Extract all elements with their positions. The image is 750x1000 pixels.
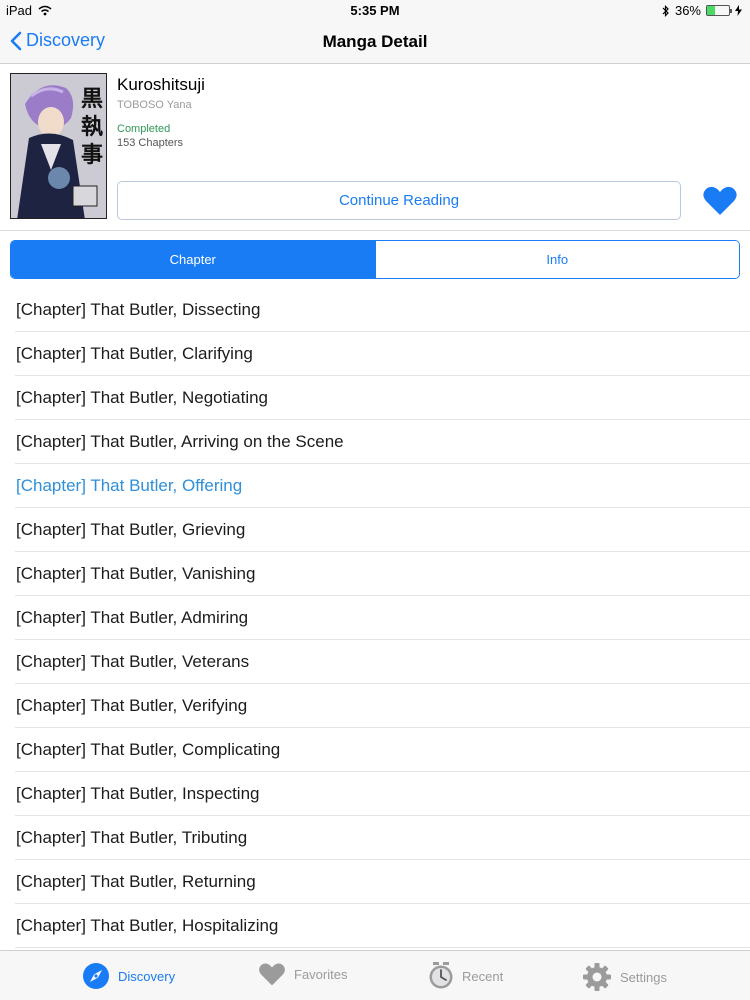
status-bar: iPad 5:35 PM 36% xyxy=(0,0,750,22)
svg-text:事: 事 xyxy=(81,142,103,168)
chapter-title: [Chapter] That Butler, Offering xyxy=(16,476,243,495)
bluetooth-icon xyxy=(662,4,669,17)
chapter-title: [Chapter] That Butler, Grieving xyxy=(16,520,246,539)
continue-reading-button[interactable]: Continue Reading xyxy=(117,181,681,220)
chapter-row[interactable]: [Chapter] That Butler, Negotiating xyxy=(0,376,750,420)
chapter-row[interactable]: [Chapter] That Butler, Vanishing xyxy=(0,552,750,596)
svg-text:執: 執 xyxy=(81,114,103,140)
chapter-row[interactable]: [Chapter] That Butler, Complicating xyxy=(0,728,750,772)
tab-info[interactable]: Info xyxy=(374,241,739,278)
status-right: 36% xyxy=(662,3,742,18)
chapter-row[interactable]: [Chapter] That Butler, Verifying xyxy=(0,684,750,728)
chapter-title: [Chapter] That Butler, Admiring xyxy=(16,608,249,627)
chapter-title: [Chapter] That Butler, Veterans xyxy=(16,652,250,671)
manga-chapter-count: 153 Chapters xyxy=(117,137,184,149)
chapter-row[interactable]: [Chapter] That Butler, Arriving on the S… xyxy=(0,420,750,464)
chapter-row[interactable]: [Chapter] That Butler, Clarifying xyxy=(0,332,750,376)
manga-author: TOBOSO Yana xyxy=(117,99,192,111)
tab-discovery[interactable]: Discovery xyxy=(82,962,175,990)
tab-favorites-label: Favorites xyxy=(294,967,348,982)
tab-discovery-label: Discovery xyxy=(118,968,176,984)
tab-recent[interactable]: Recent xyxy=(428,962,503,990)
status-time: 5:35 PM xyxy=(350,3,400,18)
chapter-row[interactable]: [Chapter] That Butler, Offering xyxy=(0,464,750,508)
chapter-title: [Chapter] That Butler, Vanishing xyxy=(16,564,256,583)
chapter-row[interactable]: [Chapter] That Butler, Returning xyxy=(0,860,750,904)
segmented-control: Chapter Info xyxy=(10,240,740,279)
tab-favorites[interactable]: Favorites xyxy=(258,962,347,987)
gear-icon xyxy=(583,963,611,991)
favorite-button[interactable] xyxy=(702,185,738,217)
chapter-title: [Chapter] That Butler, Hospitalizing xyxy=(16,916,279,935)
chapter-title: [Chapter] That Butler, Tributing xyxy=(16,828,248,847)
compass-icon xyxy=(83,963,109,989)
tab-recent-label: Recent xyxy=(462,968,504,984)
chapter-title: [Chapter] That Butler, Verifying xyxy=(16,696,248,715)
chapter-row[interactable]: [Chapter] That Butler, Inspecting xyxy=(0,772,750,816)
chapter-list: [Chapter] That Butler, Dissecting [Chapte… xyxy=(0,288,750,950)
heart-icon xyxy=(259,963,285,986)
svg-text:黒: 黒 xyxy=(81,86,103,112)
tab-settings-label: Settings xyxy=(620,969,667,985)
chapter-title: [Chapter] That Butler, Arriving on the S… xyxy=(16,432,344,451)
heart-icon xyxy=(703,186,737,215)
chapter-title: [Chapter] That Butler, Dissecting xyxy=(16,300,261,319)
chapter-row[interactable]: [Chapter] That Butler, Dissecting xyxy=(0,288,750,332)
battery-level xyxy=(707,6,715,15)
chapter-title: [Chapter] That Butler, Complicating xyxy=(16,740,281,759)
chapter-title: [Chapter] That Butler, Negotiating xyxy=(16,388,269,407)
header-divider xyxy=(0,230,750,231)
tab-bar: Discovery Favorites Recent Settings xyxy=(0,950,750,1000)
manga-detail-screen: iPad 5:35 PM 36% Discovery Manga Detail … xyxy=(0,0,750,1000)
battery-icon xyxy=(706,5,732,16)
manga-cover-image: 黒 執 事 xyxy=(10,73,107,219)
chapter-row[interactable]: [Chapter] That Butler, Veterans xyxy=(0,640,750,684)
tab-settings[interactable]: Settings xyxy=(582,962,667,992)
chapter-row[interactable]: [Chapter] That Butler, Hospitalizing xyxy=(0,904,750,948)
chapter-title: [Chapter] That Butler, Returning xyxy=(16,872,256,891)
chapter-row[interactable]: [Chapter] That Butler, Tributing xyxy=(0,816,750,860)
navigation-bar: Discovery Manga Detail xyxy=(0,22,750,64)
manga-title: Kuroshitsuji xyxy=(117,75,205,94)
page-title: Manga Detail xyxy=(322,32,428,51)
chapter-title: [Chapter] That Butler, Clarifying xyxy=(16,344,253,363)
tab-chapter[interactable]: Chapter xyxy=(11,241,375,278)
chapter-row[interactable]: [Chapter] That Butler, Grieving xyxy=(0,508,750,552)
chapter-title: [Chapter] That Butler, Inspecting xyxy=(16,784,260,803)
clock-icon xyxy=(429,962,453,989)
manga-status: Completed xyxy=(117,123,171,135)
battery-percent: 36% xyxy=(674,3,701,18)
chapter-row[interactable]: [Chapter] That Butler, Admiring xyxy=(0,596,750,640)
charging-icon xyxy=(735,5,742,16)
